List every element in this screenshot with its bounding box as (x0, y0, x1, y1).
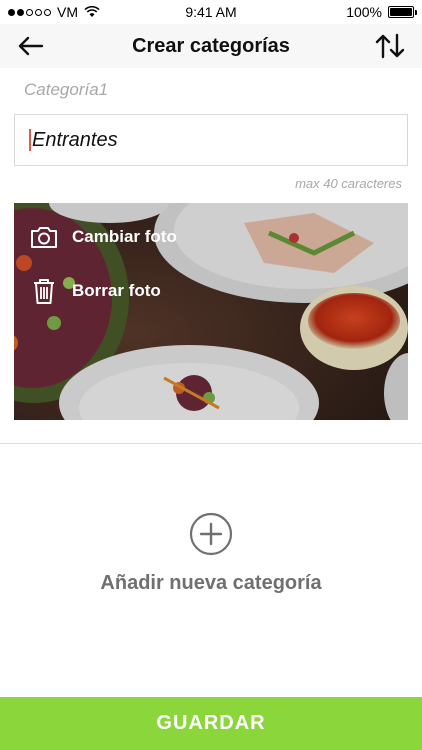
text-caret (29, 129, 31, 151)
save-button-label: GUARDAR (156, 712, 266, 734)
delete-photo-label: Borrar foto (72, 281, 161, 300)
battery-icon (388, 6, 417, 18)
max-length-hint: max 40 caracteres (295, 176, 402, 191)
category-name-input[interactable]: Entrantes (14, 114, 408, 166)
category-label: Categoría1 (24, 80, 109, 99)
battery-fill (390, 8, 412, 16)
trash-icon (34, 279, 54, 304)
plus-circle-icon[interactable] (189, 512, 233, 556)
section-divider (0, 443, 422, 444)
camera-icon (31, 227, 57, 248)
save-button[interactable]: GUARDAR (0, 697, 422, 750)
change-photo-button[interactable]: Cambiar foto (30, 225, 177, 249)
page-title: Crear categorías (132, 35, 290, 57)
delete-photo-button[interactable]: Borrar foto (30, 277, 161, 305)
category-photo[interactable]: Cambiar foto Borrar foto (14, 203, 408, 420)
status-bar: VM 9:41 AM 100% (0, 0, 422, 24)
nav-bar: Crear categorías (0, 24, 422, 68)
change-photo-label: Cambiar foto (72, 227, 177, 246)
status-right: 100% (346, 4, 417, 20)
sort-arrows-icon[interactable] (374, 32, 406, 60)
category-name-value: Entrantes (32, 128, 118, 151)
add-category-label[interactable]: Añadir nueva categoría (0, 572, 422, 595)
battery-percent: 100% (346, 4, 382, 20)
